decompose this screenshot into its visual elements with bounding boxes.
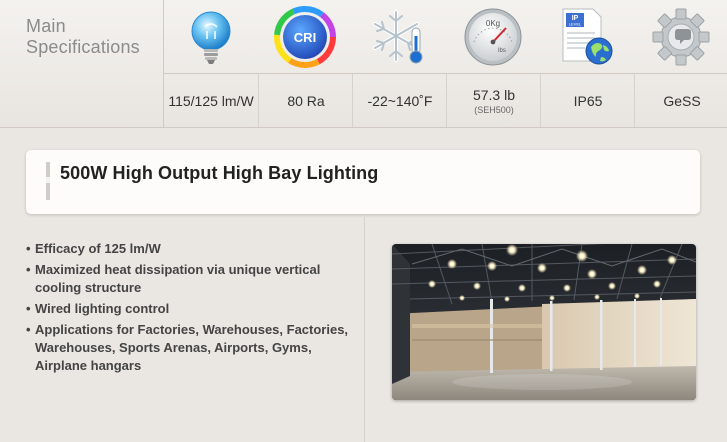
gear-icon xyxy=(634,0,727,73)
weight-value-text: 57.3 lb xyxy=(472,86,516,103)
ip-doc-line2: LEVEL xyxy=(569,21,582,26)
spec-cri: CRI 80 Ra xyxy=(258,0,352,127)
spec-efficacy: 115/125 lm/W xyxy=(164,0,258,127)
title-accent-bar xyxy=(46,162,50,200)
weight-model-text: (SEH500) xyxy=(474,104,514,115)
cri-value-text: 80 Ra xyxy=(287,92,325,109)
feature-item: Maximized heat dissipation via unique ve… xyxy=(26,261,362,297)
spec-weight: 0Kg lbs 57.3 lb (SEH500) xyxy=(446,0,540,127)
cri-icon: CRI xyxy=(258,0,352,73)
spec-ip-value: IP65 xyxy=(540,74,635,127)
feature-item: Applications for Factories, Warehouses, … xyxy=(26,321,362,375)
main-specifications-panel: Main Specifications 115/125 lm/W CRI 80 … xyxy=(0,0,727,128)
ip-level-document-icon: IP LEVEL xyxy=(540,0,634,73)
spec-efficacy-value: 115/125 lm/W xyxy=(164,74,258,127)
cri-icon-text: CRI xyxy=(294,30,316,45)
feature-item: Efficacy of 125 lm/W xyxy=(26,240,362,258)
ip-value-text: IP65 xyxy=(573,92,603,109)
content-divider xyxy=(364,217,365,442)
product-title-banner: 500W High Output High Bay Lighting xyxy=(26,150,700,214)
warehouse-interior-photo xyxy=(392,244,696,400)
spec-gess: GeSS xyxy=(634,0,727,127)
main-specifications-title: Main Specifications xyxy=(26,16,140,57)
efficacy-value-text: 115/125 lm/W xyxy=(168,92,254,109)
spec-weight-value: 57.3 lb (SEH500) xyxy=(446,74,541,127)
spec-temperature-value: -22~140˚F xyxy=(352,74,447,127)
spec-gess-value: GeSS xyxy=(634,74,727,127)
spec-temperature: -22~140˚F xyxy=(352,0,446,127)
snowflake-thermometer-icon xyxy=(352,0,446,73)
feature-list: Efficacy of 125 lm/W Maximized heat diss… xyxy=(26,240,362,378)
dial-top-label: 0Kg xyxy=(486,19,500,28)
dial-bottom-label: lbs xyxy=(498,48,506,54)
feature-item: Wired lighting control xyxy=(26,300,362,318)
gess-value-text: GeSS xyxy=(663,92,701,109)
weight-scale-icon: 0Kg lbs xyxy=(446,0,540,73)
lightbulb-icon xyxy=(164,0,258,73)
product-title: 500W High Output High Bay Lighting xyxy=(60,163,379,183)
spec-ip-rating: IP LEVEL IP65 xyxy=(540,0,634,127)
temperature-value-text: -22~140˚F xyxy=(367,92,433,109)
spec-cri-value: 80 Ra xyxy=(258,74,353,127)
